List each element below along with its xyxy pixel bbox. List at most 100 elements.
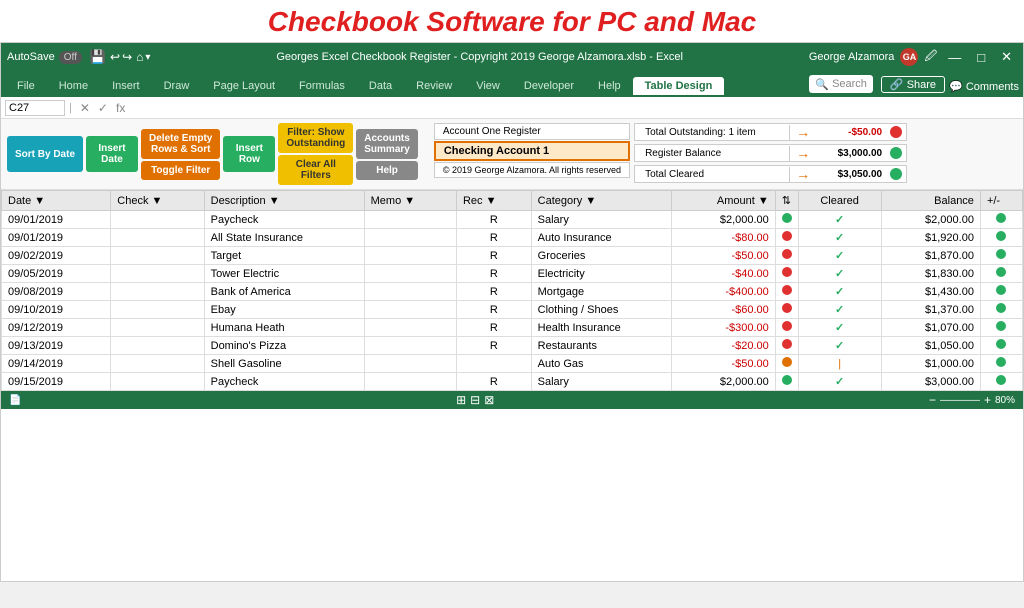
tab-insert[interactable]: Insert: [100, 77, 152, 95]
cell-description: Target: [204, 247, 364, 265]
cell-cleared: ✓: [798, 373, 881, 391]
minimize-button[interactable]: —: [943, 50, 966, 65]
redo-icon[interactable]: ↪: [122, 50, 132, 64]
cell-amount: -$60.00: [671, 301, 775, 319]
tab-review[interactable]: Review: [404, 77, 464, 95]
toggle-filter-button[interactable]: Toggle Filter: [141, 161, 220, 180]
undo-icon[interactable]: ↩: [110, 50, 120, 64]
cell-amount-dot: [775, 373, 798, 391]
formula-insert-icon[interactable]: fx: [116, 101, 125, 115]
page-break-icon[interactable]: ⊠: [484, 393, 494, 407]
col-cat-filter[interactable]: ▼: [585, 195, 596, 207]
cell-rec: R: [456, 211, 531, 229]
ribbon-icon[interactable]: 🖉: [924, 47, 937, 68]
formula-confirm-icon[interactable]: ✓: [98, 101, 108, 115]
tab-home[interactable]: Home: [47, 77, 100, 95]
col-amount-filter[interactable]: ▼: [758, 195, 769, 207]
total-cleared-value: $3,050.00: [816, 167, 886, 182]
tab-table-design[interactable]: Table Design: [633, 77, 725, 95]
cell-reference[interactable]: [5, 100, 65, 116]
page-layout-icon[interactable]: ⊟: [470, 393, 480, 407]
col-amount-sort[interactable]: ⇅: [775, 191, 798, 211]
formula-cancel-icon[interactable]: ✕: [80, 101, 90, 115]
cell-check: [111, 301, 204, 319]
table-row[interactable]: 09/10/2019 Ebay R Clothing / Shoes -$60.…: [2, 301, 1023, 319]
total-cleared-label: Total Cleared: [635, 167, 790, 182]
cell-description: Shell Gasoline: [204, 355, 364, 373]
col-desc-filter[interactable]: ▼: [269, 195, 280, 207]
table-row[interactable]: 09/13/2019 Domino's Pizza R Restaurants …: [2, 337, 1023, 355]
col-description: Description ▼: [204, 191, 364, 211]
cell-rec: R: [456, 247, 531, 265]
table-row[interactable]: 09/12/2019 Humana Heath R Health Insuran…: [2, 319, 1023, 337]
cell-balance: $1,050.00: [881, 337, 980, 355]
cell-description: Bank of America: [204, 283, 364, 301]
cell-balance: $1,070.00: [881, 319, 980, 337]
close-button[interactable]: ✕: [996, 49, 1017, 65]
cleared-checkmark: ✓: [835, 376, 844, 388]
delete-empty-button[interactable]: Delete EmptyRows & Sort: [141, 129, 220, 159]
tab-page-layout[interactable]: Page Layout: [201, 77, 287, 95]
customize-icon[interactable]: ⌂: [136, 50, 143, 64]
cell-memo: [364, 283, 456, 301]
sheet-tab[interactable]: 📄: [9, 395, 21, 406]
col-date-filter[interactable]: ▼: [34, 195, 45, 207]
clear-all-button[interactable]: Clear AllFilters: [278, 155, 353, 185]
tab-draw[interactable]: Draw: [152, 77, 202, 95]
table-row[interactable]: 09/01/2019 Paycheck R Salary $2,000.00 ✓…: [2, 211, 1023, 229]
comments-button[interactable]: 💬 Comments: [949, 80, 1019, 93]
tab-formulas[interactable]: Formulas: [287, 77, 357, 95]
sort-by-date-button[interactable]: Sort By Date: [7, 136, 83, 172]
search-icon: 🔍: [815, 78, 829, 91]
share-button[interactable]: 🔗 Share: [881, 76, 945, 93]
insert-date-button[interactable]: InsertDate: [86, 136, 138, 172]
zoom-in-icon[interactable]: +: [984, 393, 991, 407]
cell-rec: R: [456, 229, 531, 247]
cell-cleared: ✓: [798, 247, 881, 265]
search-box[interactable]: 🔍 Search: [809, 75, 873, 93]
cell-status-dot: [980, 337, 1022, 355]
cleared-checkmark: ✓: [835, 286, 844, 298]
table-row[interactable]: 09/15/2019 Paycheck R Salary $2,000.00 ✓…: [2, 373, 1023, 391]
autosave-toggle[interactable]: Off: [59, 51, 82, 64]
col-check-filter[interactable]: ▼: [152, 195, 163, 207]
cell-category: Salary: [531, 211, 671, 229]
insert-row-button[interactable]: InsertRow: [223, 136, 275, 172]
total-outstanding-value: -$50.00: [816, 125, 886, 140]
table-row[interactable]: 09/14/2019 Shell Gasoline Auto Gas -$50.…: [2, 355, 1023, 373]
tab-file[interactable]: File: [5, 77, 47, 95]
table-row[interactable]: 09/05/2019 Tower Electric R Electricity …: [2, 265, 1023, 283]
help-button[interactable]: Help: [356, 161, 418, 180]
tab-help[interactable]: Help: [586, 77, 633, 95]
zoom-controls: − ———— + 80%: [929, 393, 1015, 407]
cell-status-dot: [980, 211, 1022, 229]
account-register-label: Account One Register: [434, 123, 630, 140]
cleared-checkmark: ✓: [835, 268, 844, 280]
save-icon[interactable]: 💾: [90, 49, 106, 65]
tab-view[interactable]: View: [464, 77, 512, 95]
table-row[interactable]: 09/01/2019 All State Insurance R Auto In…: [2, 229, 1023, 247]
col-rec-filter[interactable]: ▼: [486, 195, 497, 207]
filter-show-button[interactable]: Filter: ShowOutstanding: [278, 123, 353, 153]
table-row[interactable]: 09/02/2019 Target R Groceries -$50.00 ✓ …: [2, 247, 1023, 265]
total-outstanding-row: Total Outstanding: 1 item → -$50.00: [634, 123, 907, 141]
accounts-summary-button[interactable]: AccountsSummary: [356, 129, 418, 159]
col-memo-filter[interactable]: ▼: [404, 195, 415, 207]
cell-memo: [364, 211, 456, 229]
zoom-out-icon[interactable]: −: [929, 393, 936, 407]
cell-amount: -$80.00: [671, 229, 775, 247]
normal-view-icon[interactable]: ⊞: [456, 393, 466, 407]
tab-data[interactable]: Data: [357, 77, 404, 95]
cell-cleared: ✓: [798, 211, 881, 229]
comments-icon: 💬: [949, 81, 966, 93]
cell-amount-dot: [775, 301, 798, 319]
cell-description: Paycheck: [204, 211, 364, 229]
formula-input[interactable]: [129, 101, 1019, 115]
cell-memo: [364, 319, 456, 337]
maximize-button[interactable]: □: [972, 50, 990, 65]
tab-developer[interactable]: Developer: [512, 77, 586, 95]
table-row[interactable]: 09/08/2019 Bank of America R Mortgage -$…: [2, 283, 1023, 301]
zoom-slider[interactable]: ————: [940, 395, 980, 406]
cell-check: [111, 319, 204, 337]
cell-memo: [364, 265, 456, 283]
